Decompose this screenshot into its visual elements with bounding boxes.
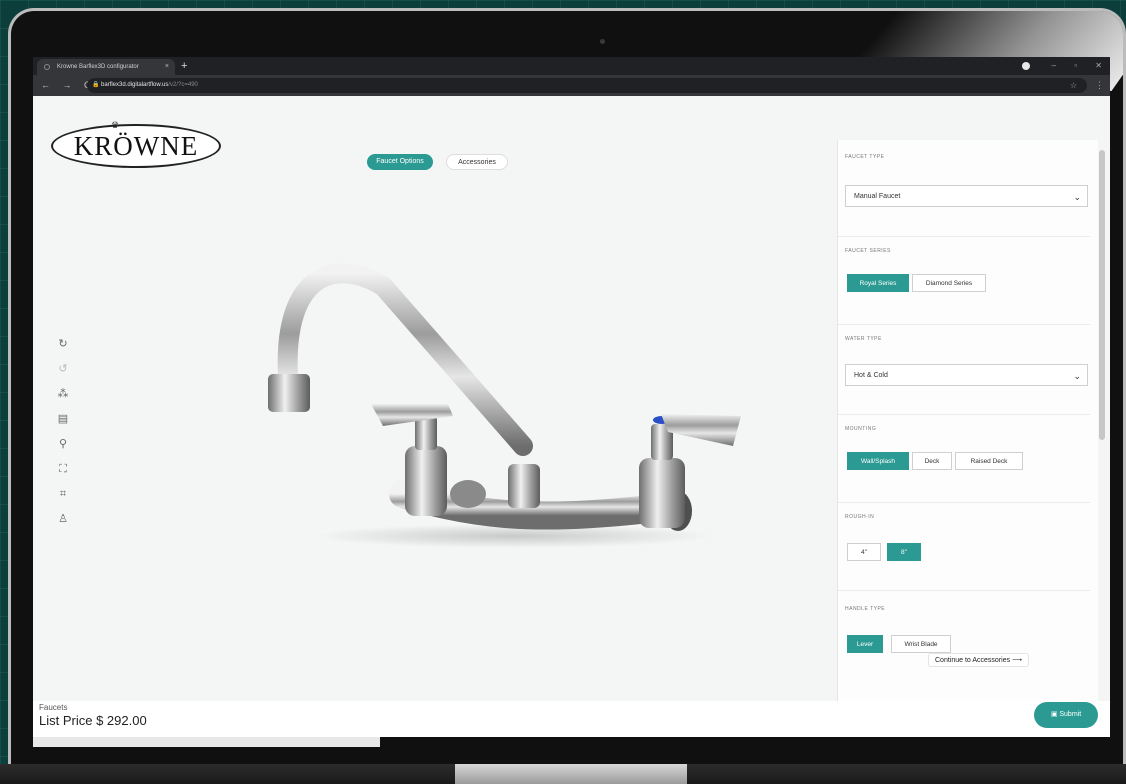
tab-close-icon[interactable]: × (165, 59, 169, 75)
water-type-label: WATER TYPE (845, 336, 882, 342)
list-price: List Price $ 292.00 (39, 713, 147, 728)
faucet-type-section: FAUCET TYPE Manual Faucet ⌄ (838, 140, 1090, 237)
faucet-series-section: FAUCET SERIES Royal Series Diamond Serie… (838, 236, 1090, 325)
faucet-type-label: FAUCET TYPE (845, 154, 885, 160)
lock-icon: 🔒 (92, 82, 100, 88)
faucet-series-label: FAUCET SERIES (845, 248, 891, 254)
tab-title: Krowne Barflex3D configurator (57, 64, 139, 70)
clipboard-icon[interactable]: ▤ (55, 411, 71, 427)
faucet-type-select[interactable]: Manual Faucet ⌄ (845, 185, 1088, 207)
water-type-section: WATER TYPE Hot & Cold ⌄ (838, 324, 1090, 415)
option-wrist-blade[interactable]: Wrist Blade (891, 635, 951, 653)
back-button[interactable]: ← (41, 80, 50, 90)
option-deck[interactable]: Deck (912, 452, 952, 470)
wall-flange-left (450, 480, 486, 508)
option-diamond-series[interactable]: Diamond Series (912, 274, 986, 292)
favicon-icon (44, 64, 50, 70)
chevron-down-icon: ⌄ (1073, 371, 1081, 381)
product-category: Faucets (39, 703, 68, 712)
option-lever[interactable]: Lever (847, 635, 883, 653)
redo-icon[interactable]: ↻ (55, 336, 71, 352)
option-royal-series[interactable]: Royal Series (847, 274, 909, 292)
monitor-stand (455, 764, 687, 784)
chevron-down-icon: ⌄ (1073, 192, 1081, 202)
price-bar: Faucets List Price $ 292.00 ▣ Submit (33, 701, 1110, 737)
tab-accessories[interactable]: Accessories (446, 154, 508, 170)
browser-menu-icon[interactable]: ⋮ (1095, 75, 1104, 96)
faucet-type-value: Manual Faucet (854, 193, 901, 200)
browser-tab[interactable]: Krowne Barflex3D configurator × (37, 59, 175, 75)
url-path: /v2/?c=490 (168, 82, 198, 88)
aerator-nozzle (268, 374, 310, 412)
option-raised-deck[interactable]: Raised Deck (955, 452, 1023, 470)
continue-to-accessories-button[interactable]: Continue to Accessories ⟶ (928, 653, 1030, 667)
hot-valve-body (405, 446, 447, 516)
option-8-inch[interactable]: 8" (887, 543, 921, 561)
panel-scrollbar[interactable] (1099, 150, 1105, 440)
forward-button[interactable]: → (63, 80, 72, 90)
handle-type-label: HANDLE TYPE (845, 606, 886, 612)
mounting-label: MOUNTING (845, 426, 877, 432)
option-wall-splash[interactable]: Wall/Splash (847, 452, 909, 470)
faucet-3d-model[interactable] (223, 236, 763, 556)
ar-view-icon[interactable]: ♙ (55, 511, 71, 527)
fullscreen-icon[interactable]: ⛶ (55, 461, 71, 477)
option-4-inch[interactable]: 4" (847, 543, 881, 561)
configurator-viewport: KRÖWNE ♛ Faucet Options Accessories ↻ ↺ … (33, 96, 1110, 701)
fit-view-icon[interactable]: ⌗ (55, 486, 71, 502)
logo-text: KRÖWNE (73, 130, 199, 161)
measure-icon[interactable]: ⚲ (55, 436, 71, 452)
cold-valve-body (639, 458, 685, 528)
browser-tab-bar: Krowne Barflex3D configurator × + – ▫ ✕ (33, 57, 1110, 75)
rough-in-label: ROUGH-IN (845, 514, 875, 520)
browser-toolbar: ← → C 🔒 barflex3d.digitalartflow.us/v2/?… (33, 75, 1110, 96)
undo-icon[interactable]: ↺ (55, 361, 71, 377)
hot-lever-handle (371, 404, 453, 426)
tab-faucet-options[interactable]: Faucet Options (367, 154, 433, 170)
options-panel: FAUCET TYPE Manual Faucet ⌄ FAUCET SERIE… (837, 140, 1098, 701)
water-type-select[interactable]: Hot & Cold ⌄ (845, 364, 1088, 386)
mounting-section: MOUNTING Wall/Splash Deck Raised Deck (838, 414, 1090, 503)
rough-in-section: ROUGH-IN 4" 8" (838, 502, 1090, 591)
profile-icon[interactable] (1022, 62, 1030, 70)
handle-type-section: HANDLE TYPE Lever Wrist Blade (838, 590, 1090, 701)
submit-label: Submit (1059, 711, 1082, 718)
monitor-bezel-strip (33, 737, 380, 747)
continue-label: Continue to Accessories (935, 657, 1011, 664)
center-nut (508, 464, 540, 508)
viewer-toolbar: ↻ ↺ ⁂ ▤ ⚲ ⛶ ⌗ ♙ (55, 336, 71, 536)
krowne-logo: KRÖWNE (51, 124, 221, 168)
new-tab-button[interactable]: + (181, 57, 187, 75)
explode-icon[interactable]: ⁂ (55, 386, 71, 402)
crown-icon: ♛ (111, 120, 120, 130)
bookmark-star-icon[interactable]: ☆ (1070, 78, 1077, 93)
hot-valve-stem (415, 416, 437, 450)
water-type-value: Hot & Cold (854, 372, 888, 379)
window-controls: – ▫ ✕ (1036, 57, 1102, 75)
submit-button[interactable]: ▣ Submit (1034, 702, 1098, 728)
address-bar[interactable]: 🔒 barflex3d.digitalartflow.us/v2/?c=490 … (87, 78, 1087, 93)
arrow-right-icon: ⟶ (1012, 657, 1023, 664)
url-host: barflex3d.digitalartflow.us (101, 82, 169, 88)
restore-button[interactable]: ▫ (1074, 61, 1077, 70)
webcam (600, 39, 605, 44)
close-window-button[interactable]: ✕ (1095, 61, 1102, 70)
minimize-button[interactable]: – (1052, 61, 1056, 70)
